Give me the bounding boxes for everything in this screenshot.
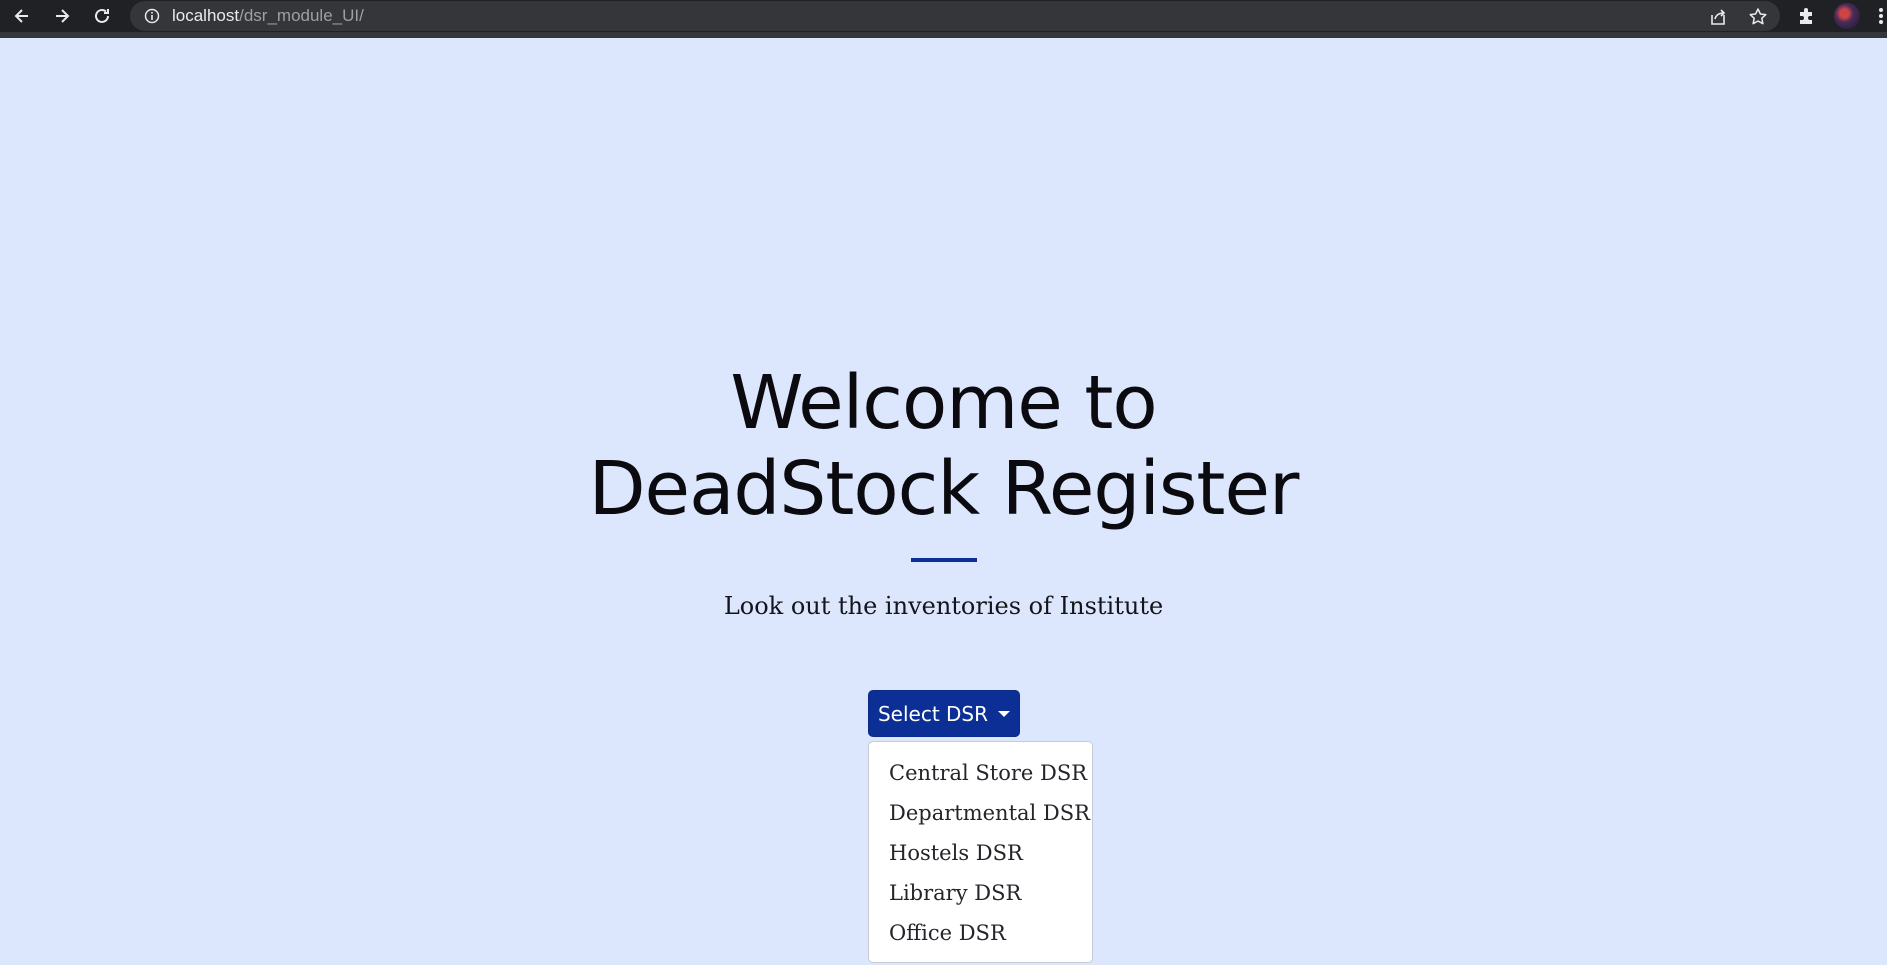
avatar[interactable] xyxy=(1834,3,1860,29)
page-subtitle: Look out the inventories of Institute xyxy=(723,592,1164,620)
dsr-dropdown-menu: Central Store DSR Departmental DSR Hoste… xyxy=(868,741,1093,963)
dropdown-item-hostels[interactable]: Hostels DSR xyxy=(869,833,1092,873)
select-dsr-label: Select DSR xyxy=(877,701,989,726)
dropdown-item-office[interactable]: Office DSR xyxy=(869,913,1092,953)
url-text[interactable]: localhost/dsr_module_UI/ xyxy=(172,7,364,25)
menu-dots-icon[interactable] xyxy=(1878,6,1884,26)
browser-toolbar: localhost/dsr_module_UI/ xyxy=(0,0,1887,38)
reload-button[interactable] xyxy=(86,0,118,32)
caret-down-icon xyxy=(998,710,1011,717)
star-icon[interactable] xyxy=(1748,7,1768,27)
title-divider xyxy=(910,558,977,562)
url-host: localhost xyxy=(172,6,240,25)
hero-section: Welcome to DeadStock Register Look out t… xyxy=(0,360,1887,620)
share-icon[interactable] xyxy=(1708,7,1728,27)
address-bar[interactable]: localhost/dsr_module_UI/ xyxy=(130,1,1780,31)
info-icon[interactable] xyxy=(144,8,160,24)
select-dsr-button[interactable]: Select DSR xyxy=(868,690,1020,737)
page-title: Welcome to DeadStock Register xyxy=(588,360,1300,532)
back-button[interactable] xyxy=(6,0,38,32)
reload-icon xyxy=(95,8,109,23)
forward-arrow-icon xyxy=(56,9,70,23)
back-arrow-icon xyxy=(14,9,28,23)
url-path: /dsr_module_UI/ xyxy=(239,6,364,25)
dropdown-item-library[interactable]: Library DSR xyxy=(869,873,1092,913)
puzzle-icon[interactable] xyxy=(1796,5,1818,27)
forward-button[interactable] xyxy=(46,0,78,32)
dropdown-item-central-store[interactable]: Central Store DSR xyxy=(869,753,1092,793)
dropdown-item-departmental[interactable]: Departmental DSR xyxy=(869,793,1092,833)
